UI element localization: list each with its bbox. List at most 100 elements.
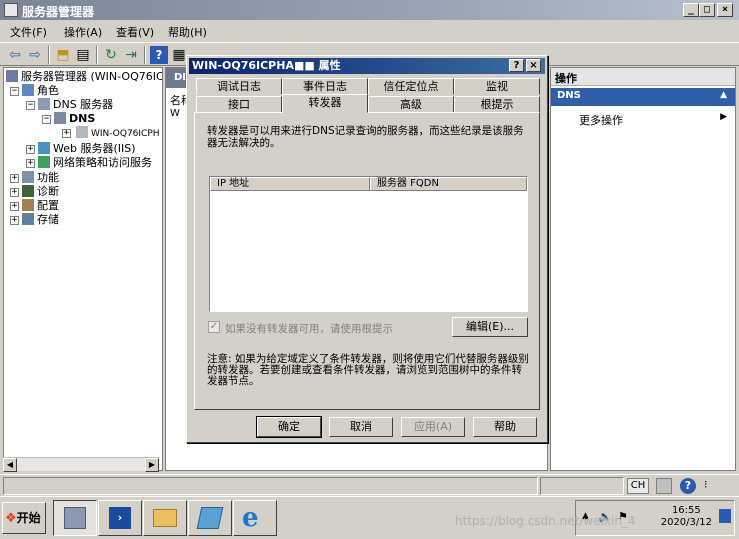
- actions-section-dns[interactable]: DNS ▲: [551, 88, 735, 106]
- start-button[interactable]: ❖开始: [2, 502, 46, 534]
- column-ip-address[interactable]: IP 地址: [210, 177, 370, 191]
- tab-event-log[interactable]: 事件日志: [282, 78, 368, 95]
- taskbar-powershell[interactable]: ›: [98, 500, 142, 536]
- tab-interfaces[interactable]: 接口: [196, 96, 282, 113]
- language-indicator[interactable]: CH: [627, 478, 649, 494]
- scroll-left-icon[interactable]: ◀: [3, 458, 17, 472]
- server-manager-icon: [64, 507, 86, 529]
- window-title-bar[interactable]: 服务器管理器 _ □ ×: [0, 0, 739, 20]
- tab-forwarders[interactable]: 转发器: [282, 94, 368, 113]
- menu-help[interactable]: 帮助(H): [168, 24, 207, 40]
- submenu-arrow-icon: ▶: [720, 112, 727, 122]
- tab-trust-anchors[interactable]: 信任定位点: [368, 78, 454, 95]
- tab-root-hints[interactable]: 根提示: [454, 96, 540, 113]
- minimize-button[interactable]: _: [683, 3, 699, 17]
- tree-node-server-manager[interactable]: 服务器管理器 (WIN-OQ76ICI: [6, 70, 162, 84]
- powershell-icon: ›: [109, 507, 131, 529]
- help-icon[interactable]: ?: [150, 46, 168, 64]
- tab-advanced[interactable]: 高级: [368, 96, 454, 113]
- show-hide-tree-icon[interactable]: ▤: [74, 46, 92, 64]
- collapse-dns-icon[interactable]: −: [42, 115, 51, 124]
- expand-diagnostics-icon[interactable]: +: [10, 188, 19, 197]
- forwarders-list[interactable]: IP 地址 服务器 FQDN: [209, 176, 528, 312]
- dialog-close-button[interactable]: ×: [526, 59, 541, 72]
- tree-node-host[interactable]: WIN-OQ76ICPH: [76, 126, 160, 140]
- expand-network-policy-icon[interactable]: +: [26, 159, 35, 168]
- storage-icon: [22, 213, 34, 225]
- conditional-forwarder-note: 注意: 如果为给定域定义了条件转发器，则将使用它们代替服务器级别的转发器。若要创…: [207, 353, 529, 387]
- internet-explorer-icon: e: [242, 503, 259, 533]
- collapse-roles-icon[interactable]: −: [10, 87, 19, 96]
- menu-view[interactable]: 查看(V): [116, 24, 154, 40]
- forwarders-panel: 转发器是可以用来进行DNS记录查询的服务器，而这些纪录是该服务器无法解决的。 I…: [194, 112, 540, 410]
- more-actions-item[interactable]: 更多操作: [579, 112, 623, 128]
- tab-monitoring[interactable]: 监视: [454, 78, 540, 95]
- details-row[interactable]: W: [170, 108, 180, 119]
- taskbar-explorer[interactable]: [143, 500, 187, 536]
- taskbar-server-manager[interactable]: [53, 500, 97, 536]
- ime-options-icon[interactable]: ⁝: [704, 478, 708, 491]
- dialog-title-bar[interactable]: WIN-OQ76ICPHA■■ 属性 ? ×: [189, 58, 545, 74]
- taskbar-app[interactable]: [188, 500, 232, 536]
- tree-node-dns[interactable]: DNS: [54, 112, 95, 126]
- dns-server-icon: [38, 98, 50, 110]
- network-policy-icon: [38, 156, 50, 168]
- help-button[interactable]: 帮助: [473, 417, 537, 437]
- expand-storage-icon[interactable]: +: [10, 216, 19, 225]
- tree-node-diagnostics[interactable]: 诊断: [22, 185, 59, 199]
- navigation-tree: 服务器管理器 (WIN-OQ76ICI − 角色 − DNS 服务器 − DNS…: [3, 67, 163, 471]
- show-desktop-icon[interactable]: [719, 509, 731, 523]
- windows-flag-icon: ❖: [5, 511, 17, 526]
- expand-host-icon[interactable]: +: [62, 129, 71, 138]
- ok-button[interactable]: 确定: [256, 416, 322, 438]
- apply-button[interactable]: 应用(A): [401, 417, 465, 437]
- menu-action[interactable]: 操作(A): [64, 24, 102, 40]
- diagnostics-icon: [22, 185, 34, 197]
- menu-file[interactable]: 文件(F): [10, 24, 47, 40]
- back-icon[interactable]: ⇦: [6, 46, 24, 64]
- forward-icon[interactable]: ⇨: [26, 46, 44, 64]
- maximize-button[interactable]: □: [699, 3, 715, 17]
- taskbar-ie[interactable]: e: [233, 500, 277, 536]
- folder-icon: [153, 509, 177, 527]
- dns-icon: [54, 112, 66, 124]
- roles-icon: [22, 84, 34, 96]
- tab-debug-log[interactable]: 调试日志: [196, 78, 282, 95]
- properties-dialog: WIN-OQ76ICPHA■■ 属性 ? × 调试日志 事件日志 信任定位点 监…: [186, 55, 548, 443]
- dialog-title: WIN-OQ76ICPHA■■ 属性: [192, 59, 341, 72]
- actions-title: 操作: [551, 68, 735, 86]
- tree-horizontal-scrollbar[interactable]: ◀ ▶: [3, 457, 159, 472]
- expand-features-icon[interactable]: +: [10, 174, 19, 183]
- expand-web-server-icon[interactable]: +: [26, 145, 35, 154]
- status-bar: CH ? ⁝: [0, 474, 739, 496]
- watermark: https://blog.csdn.net/weixin_4: [455, 514, 636, 528]
- up-folder-icon[interactable]: ⬒: [54, 46, 72, 64]
- collapse-dns-server-icon[interactable]: −: [26, 101, 35, 110]
- use-root-hints-checkbox[interactable]: ✓: [208, 321, 220, 333]
- tree-node-dns-server[interactable]: DNS 服务器: [38, 98, 113, 112]
- tree-node-storage[interactable]: 存储: [22, 213, 59, 227]
- refresh-icon[interactable]: ↻: [102, 46, 120, 64]
- column-server-fqdn[interactable]: 服务器 FQDN: [370, 177, 527, 191]
- collapse-up-icon[interactable]: ▲: [720, 90, 727, 100]
- computer-icon: [76, 126, 88, 138]
- close-button[interactable]: ×: [717, 3, 733, 17]
- tree-node-features[interactable]: 功能: [22, 171, 59, 185]
- tree-node-web-server[interactable]: Web 服务器(IIS): [38, 142, 136, 156]
- clock[interactable]: 16:55 2020/3/12: [661, 505, 712, 529]
- export-icon[interactable]: ⇥: [122, 46, 140, 64]
- cancel-button[interactable]: 取消: [329, 417, 393, 437]
- actions-pane: 操作 DNS ▲ 更多操作 ▶: [550, 67, 736, 471]
- server-manager-icon: [4, 3, 18, 17]
- dialog-help-button[interactable]: ?: [509, 59, 524, 72]
- tree-node-configuration[interactable]: 配置: [22, 199, 59, 213]
- tree-node-network-policy[interactable]: 网络策略和访问服务: [38, 156, 152, 170]
- keyboard-icon[interactable]: [656, 478, 672, 494]
- edit-button[interactable]: 编辑(E)...: [452, 317, 528, 337]
- expand-configuration-icon[interactable]: +: [10, 202, 19, 211]
- scroll-right-icon[interactable]: ▶: [145, 458, 159, 472]
- use-root-hints-label: 如果没有转发器可用，请使用根提示: [225, 323, 393, 335]
- tree-node-roles[interactable]: 角色: [22, 84, 59, 98]
- features-icon: [22, 171, 34, 183]
- ime-help-icon[interactable]: ?: [680, 478, 696, 494]
